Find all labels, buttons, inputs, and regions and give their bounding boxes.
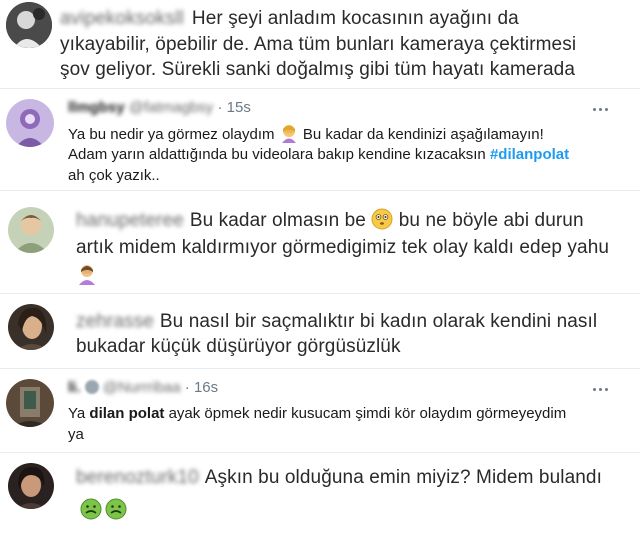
tweet-text-line-2: ya (68, 426, 84, 443)
avatar-image (6, 99, 54, 147)
person-facepalm-emoji-icon (76, 263, 98, 290)
tweet-header: llmgbsy @fatmagbsy · 15s (68, 98, 251, 118)
avatar[interactable] (8, 304, 54, 350)
tweet-header: li. @Nurrribaa · 16s (68, 378, 218, 398)
comment-5: li. @Nurrribaa · 16s Ya dilan polat ayak… (0, 369, 640, 449)
comment-4: zehrasse Bu nasıl bir saçmalıktır bi kadı… (0, 294, 640, 364)
avatar-image (6, 379, 54, 427)
flushed-face-emoji-icon (371, 208, 393, 230)
comment-text-line-2: yıkayabilir, öpebilir de. Ama tüm bunlar… (60, 34, 577, 55)
avatar-emoji-icon (84, 380, 99, 394)
avatar[interactable] (8, 207, 54, 253)
comment-text-line-2: artık midem kaldırmıyor görmedigimiz tek… (76, 237, 610, 258)
handle[interactable]: @fatmagbsy (129, 98, 213, 118)
ellipsis-icon[interactable] (590, 381, 612, 397)
comment-3: hanupeteree Bu kadar olmasın be bu ne böy… (0, 191, 640, 291)
avatar-image (8, 304, 54, 350)
tweet-text-line-2: Adam yarın aldattığında bu videolara bak… (68, 146, 570, 163)
comment-2: llmgbsy @fatmagbsy · 15s Ya bu nedir ya … (0, 89, 640, 184)
display-name[interactable]: llmgbsy (68, 98, 125, 118)
nauseated-face-icon (80, 498, 102, 520)
handle[interactable]: @Nurrribaa (103, 378, 181, 398)
timestamp[interactable]: · 16s (185, 379, 218, 396)
comment-1: avipekoksoksll Her şeyi anladım kocasının… (0, 0, 640, 84)
avatar-image (6, 2, 52, 48)
comment-text-line-2: bukadar küçük düşürüyor görgüsüzlük (76, 336, 401, 357)
tweet-text-line-1: Ya dilan polat ayak öpmek nedir kusucam … (68, 405, 567, 422)
timestamp[interactable]: · 15s (217, 99, 250, 116)
username[interactable]: hanupeteree (76, 208, 184, 234)
comment-text-line-3: şov geliyor. Sürekli sanki doğalmış gibi… (60, 59, 576, 80)
tweet-text-line-3: ah çok yazık.. (68, 167, 160, 184)
hashtag-link[interactable]: #dilanpolat (490, 146, 569, 163)
comment-text-line-1: avipekoksoksll Her şeyi anladım kocasının… (60, 6, 519, 32)
avatar-image (8, 207, 54, 253)
bold-name: dilan polat (89, 405, 165, 422)
comment-6: berenozturk10 Aşkın bu olduğuna emin miyi… (0, 453, 640, 538)
comment-text-line-1: berenozturk10 Aşkın bu olduğuna emin miyi… (76, 465, 602, 491)
person-facepalm-emoji-icon (281, 125, 296, 143)
ellipsis-icon[interactable] (590, 101, 612, 117)
nauseated-face-icon (105, 498, 127, 520)
avatar[interactable] (6, 2, 52, 48)
username[interactable]: berenozturk10 (76, 465, 199, 491)
username[interactable]: avipekoksoksll (60, 6, 184, 32)
display-name[interactable]: li. (68, 378, 81, 398)
avatar-image (8, 463, 54, 509)
comment-text-line-1: zehrasse Bu nasıl bir saçmalıktır bi kadı… (76, 309, 597, 335)
tweet-text-line-1: Ya bu nedir ya görmez olaydım Bu kadar d… (68, 123, 544, 145)
avatar[interactable] (6, 99, 54, 147)
avatar[interactable] (8, 463, 54, 509)
avatar[interactable] (6, 379, 54, 427)
nauseated-face-emoji-group (80, 497, 128, 526)
username[interactable]: zehrasse (76, 309, 154, 335)
comment-text-line-1: hanupeteree Bu kadar olmasın be bu ne böy… (76, 208, 584, 234)
